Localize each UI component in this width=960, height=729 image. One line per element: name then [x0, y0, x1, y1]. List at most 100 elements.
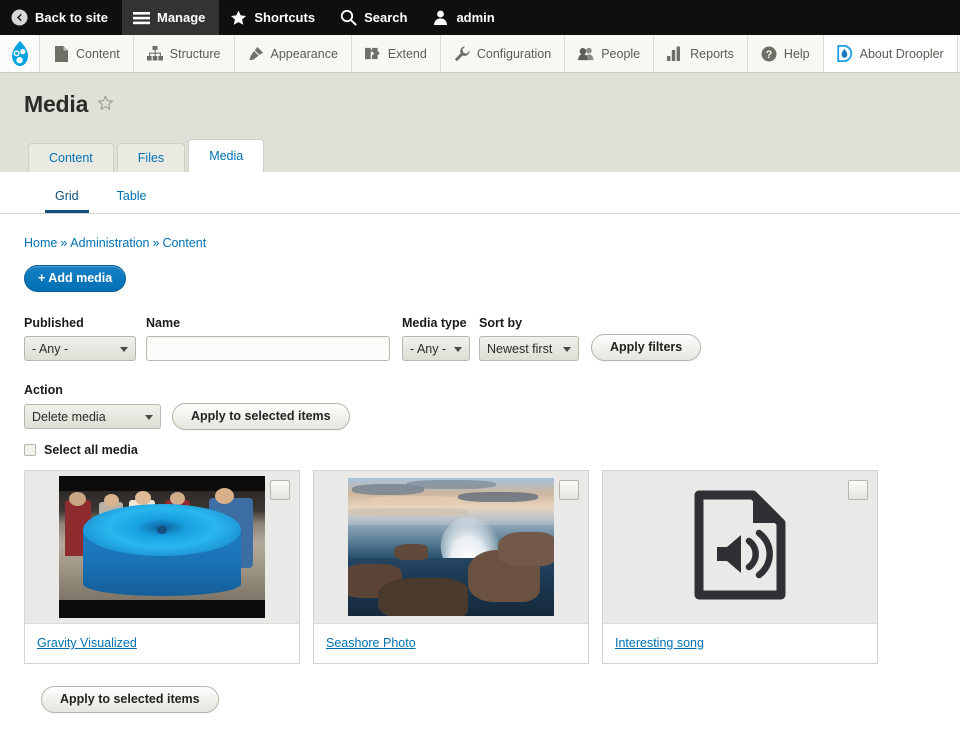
media-title-link[interactable]: Interesting song: [615, 636, 704, 650]
apply-filters-button[interactable]: Apply filters: [591, 334, 702, 361]
breadcrumb-separator: »: [60, 236, 68, 250]
sort-by-select[interactable]: Newest first: [479, 336, 579, 361]
menu-item-label: Structure: [169, 46, 221, 61]
main-content: Grid Table Home» Administration» Content +…: [0, 172, 960, 713]
media-grid: Gravity Visualized Seashore Photo Intere…: [24, 470, 936, 664]
subtab-table[interactable]: Table: [107, 189, 157, 213]
menu-item-configuration[interactable]: Configuration: [440, 35, 566, 72]
published-select[interactable]: - Any -: [24, 336, 136, 361]
breadcrumb-item-content[interactable]: Content: [162, 236, 206, 250]
star-outline-icon[interactable]: [97, 91, 114, 118]
tab-media[interactable]: Media: [188, 139, 265, 172]
menu-item-extend[interactable]: Extend: [351, 35, 441, 72]
breadcrumb-item-home[interactable]: Home: [24, 236, 57, 250]
menu-item-label: Help: [783, 46, 810, 61]
video-thumbnail-gravity-well: [59, 476, 265, 618]
page-title-text: Media: [24, 91, 89, 117]
user-icon: [432, 9, 449, 26]
media-type-select-wrap[interactable]: - Any -: [402, 336, 470, 361]
media-type-select[interactable]: - Any -: [402, 336, 470, 361]
select-all-row: Select all media: [24, 443, 936, 457]
media-card-label: Interesting song: [603, 623, 877, 663]
media-thumbnail-wrapper: [314, 471, 588, 623]
menu-item-content[interactable]: Content: [40, 35, 134, 72]
menu-item-reports[interactable]: Reports: [654, 35, 748, 72]
media-select-checkbox[interactable]: [270, 480, 290, 500]
toolbar-item-label: Search: [364, 10, 408, 25]
toolbar-item-admin-account[interactable]: admin: [421, 0, 508, 35]
menu-item-people[interactable]: People: [565, 35, 655, 72]
bulk-action-label: Action: [24, 383, 63, 397]
secondary-tabs: Grid Table: [0, 172, 960, 214]
media-select-checkbox[interactable]: [848, 480, 868, 500]
droopler-logo-icon: [836, 45, 853, 62]
menu-item-structure[interactable]: Structure: [133, 35, 235, 72]
subtab-grid[interactable]: Grid: [45, 189, 89, 213]
toolbar-item-manage[interactable]: Manage: [121, 0, 220, 35]
apply-to-selected-items-button-top[interactable]: Apply to selected items: [172, 403, 350, 430]
paintbrush-icon: [248, 46, 264, 62]
filters-bar: Published - Any - Name Media type - Any …: [24, 316, 936, 361]
sort-by-select-wrap[interactable]: Newest first: [479, 336, 579, 361]
filter-sort-by-label: Sort by: [479, 316, 523, 330]
people-icon: [578, 46, 594, 62]
select-all-checkbox[interactable]: [24, 444, 36, 456]
media-card[interactable]: Interesting song: [602, 470, 878, 664]
menu-item-label: Content: [76, 46, 120, 61]
filter-name-label: Name: [146, 316, 181, 330]
media-card[interactable]: Gravity Visualized: [24, 470, 300, 664]
bulk-action-block: Action Delete media Apply to selected it…: [24, 383, 936, 457]
wrench-icon: [454, 45, 470, 62]
page-header: Media Content Files Media: [0, 73, 960, 172]
select-all-label: Select all media: [44, 443, 138, 457]
breadcrumb-item-administration[interactable]: Administration: [70, 236, 149, 250]
media-card[interactable]: Seashore Photo: [313, 470, 589, 664]
filter-sort-by: Sort by Newest first: [479, 316, 579, 361]
media-title-link[interactable]: Gravity Visualized: [37, 636, 137, 650]
admin-toolbar: Back to site Manage Shortcuts Search adm…: [0, 0, 960, 35]
apply-to-selected-items-button-bottom[interactable]: Apply to selected items: [41, 686, 219, 713]
menu-item-help[interactable]: ? Help: [747, 35, 824, 72]
bulk-action-row: Delete media Apply to selected items: [24, 403, 936, 430]
toolbar-item-label: Manage: [156, 10, 206, 25]
page-title: Media: [24, 91, 960, 118]
drupal-drop-logo[interactable]: [0, 35, 40, 72]
add-media-button[interactable]: + Add media: [24, 265, 127, 292]
file-icon: [53, 45, 69, 62]
toolbar-item-label: admin: [456, 10, 495, 25]
sitemap-icon: [146, 46, 163, 62]
breadcrumb: Home» Administration» Content: [24, 214, 936, 250]
tab-files[interactable]: Files: [116, 143, 186, 172]
filter-media-type-label: Media type: [402, 316, 467, 330]
published-select-wrap[interactable]: - Any -: [24, 336, 136, 361]
filter-name: Name: [146, 316, 390, 361]
bulk-action-select[interactable]: Delete media: [24, 404, 161, 429]
star-icon: [230, 9, 247, 26]
media-select-checkbox[interactable]: [559, 480, 579, 500]
menu-item-label: People: [601, 46, 641, 61]
menu-item-label: Configuration: [476, 46, 552, 61]
toolbar-item-shortcuts[interactable]: Shortcuts: [219, 0, 329, 35]
filter-published: Published - Any -: [24, 316, 136, 361]
photo-thumbnail-seashore: [348, 478, 554, 616]
menu-item-label: Reports: [690, 46, 734, 61]
media-title-link[interactable]: Seashore Photo: [326, 636, 416, 650]
toolbar-item-search[interactable]: Search: [329, 0, 421, 35]
toolbar-item-back-to-site[interactable]: Back to site: [0, 0, 122, 35]
toolbar-item-label: Shortcuts: [254, 10, 316, 25]
add-media-row: + Add media: [24, 250, 936, 292]
menu-item-about-droopler[interactable]: About Droopler: [823, 35, 958, 72]
tab-content[interactable]: Content: [28, 143, 114, 172]
menu-item-label: About Droopler: [859, 46, 944, 61]
media-thumbnail-wrapper: [603, 471, 877, 623]
breadcrumb-separator: »: [152, 236, 160, 250]
name-input[interactable]: [146, 336, 390, 361]
filter-published-label: Published: [24, 316, 84, 330]
menu-item-appearance[interactable]: Appearance: [234, 35, 352, 72]
svg-text:?: ?: [766, 49, 773, 61]
primary-tabs: Content Files Media: [28, 139, 960, 172]
bulk-action-select-wrap[interactable]: Delete media: [24, 404, 161, 429]
audio-file-icon: [693, 489, 787, 606]
bottom-apply-row: Apply to selected items: [41, 686, 936, 713]
menu-item-label: Appearance: [270, 46, 338, 61]
